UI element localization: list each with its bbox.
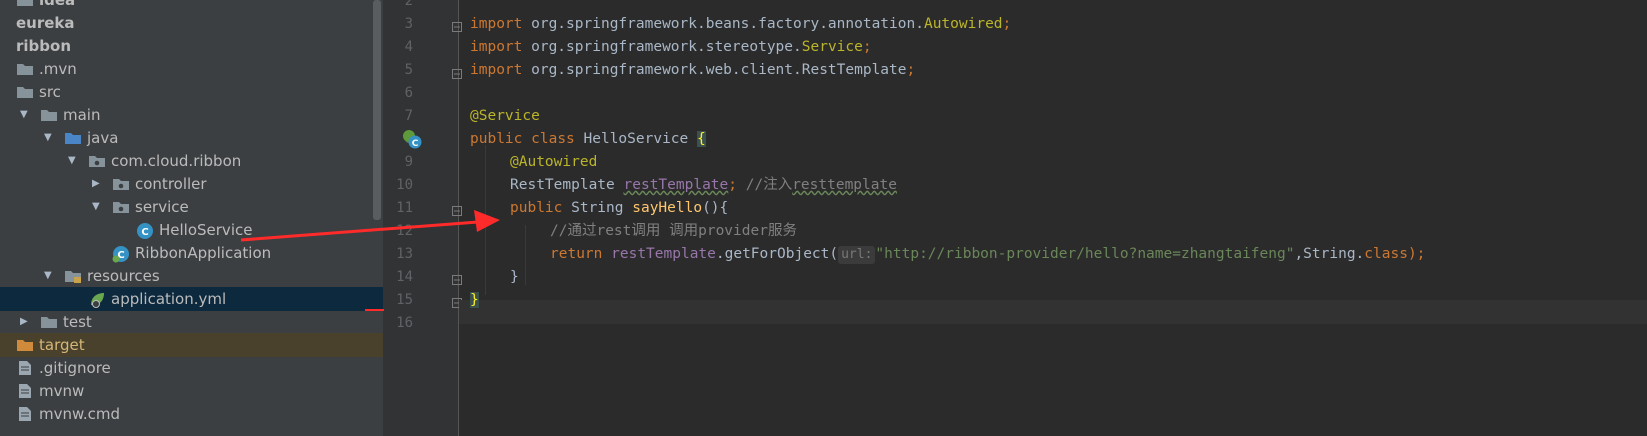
line-number: 13	[396, 246, 413, 262]
file-icon	[16, 406, 34, 422]
code-line-4[interactable]: import org.springframework.stereotype.Se…	[470, 35, 872, 59]
tree-item-label: mvnw	[39, 382, 85, 400]
line-number: 6	[404, 85, 413, 101]
tree-item-eureka[interactable]: eureka	[0, 11, 383, 35]
folder-icon	[40, 314, 58, 330]
tree-item-ribbonapplication[interactable]: C RibbonApplication	[0, 241, 383, 265]
spring-class-icon: C	[112, 245, 130, 263]
code-line-7[interactable]: @Service	[470, 104, 540, 128]
line-number: 16	[396, 315, 413, 331]
resources-folder-icon	[64, 268, 82, 284]
code-editor[interactable]: import org.springframework.beans.factory…	[459, 0, 1647, 436]
line-number: 9	[404, 154, 413, 170]
tree-item-label: service	[135, 198, 189, 216]
line-number: 7	[404, 108, 413, 124]
line-number: 4	[404, 39, 413, 55]
code-line-8[interactable]: public class HelloService {	[470, 127, 706, 151]
current-line-highlight	[459, 300, 1647, 324]
tree-item-label: target	[39, 336, 85, 354]
tree-item-com-cloud-ribbon[interactable]: ▼ com.cloud.ribbon	[0, 149, 383, 173]
tree-item-label: src	[39, 83, 61, 101]
tree-item-label: .mvn	[39, 60, 77, 78]
tree-item-mvn[interactable]: .mvn	[0, 57, 383, 81]
class-icon: C	[136, 222, 154, 239]
tree-item-main[interactable]: ▼ main	[0, 103, 383, 127]
spring-bean-icon[interactable]: C	[401, 128, 423, 150]
tree-item-helloservice[interactable]: C HelloService	[0, 218, 383, 242]
spring-yml-icon	[88, 291, 106, 308]
expand-arrow-icon[interactable]: ▼	[44, 132, 54, 144]
tree-item-label: mvnw.cmd	[39, 405, 121, 423]
tree-item-label: RibbonApplication	[135, 244, 272, 262]
code-line-15[interactable]: }	[470, 288, 479, 312]
project-tree-scrollbar[interactable]	[373, 0, 381, 220]
tree-item-src[interactable]: src	[0, 80, 383, 104]
line-number: 12	[396, 223, 413, 239]
collapse-arrow-icon[interactable]: ▶	[92, 178, 102, 190]
file-icon	[16, 383, 34, 399]
tree-item-label: com.cloud.ribbon	[111, 152, 242, 170]
line-number: 10	[396, 177, 413, 193]
tree-item-label: .gitignore	[39, 359, 111, 377]
folder-icon	[16, 61, 34, 77]
source-folder-icon	[64, 130, 82, 146]
expand-arrow-icon[interactable]: ▼	[92, 201, 102, 213]
tree-item-application-yml[interactable]: application.yml	[0, 287, 383, 311]
code-line-9[interactable]: @Autowired	[510, 150, 597, 174]
folder-icon	[16, 84, 34, 100]
project-tree-panel: idea eureka ribbon .mvn src ▼ main ▼ java ▼ com.cl…	[0, 0, 383, 436]
expand-arrow-icon[interactable]: ▼	[20, 109, 30, 121]
tree-item-ribbon[interactable]: ribbon	[0, 34, 383, 58]
file-icon	[16, 360, 34, 376]
tree-item-label: HelloService	[159, 221, 253, 239]
folder-icon	[16, 0, 34, 8]
line-number: 3	[404, 16, 413, 32]
tree-item-label: resources	[87, 267, 160, 285]
tree-item-label: controller	[135, 175, 207, 193]
code-line-12[interactable]: //通过rest调用 调用provider服务	[550, 219, 797, 243]
svg-text:C: C	[412, 139, 419, 149]
excluded-folder-icon	[16, 337, 34, 353]
package-icon	[112, 199, 130, 215]
tree-item-test[interactable]: ▶ test	[0, 310, 383, 334]
tree-item-java[interactable]: ▼ java	[0, 126, 383, 150]
code-line-10[interactable]: RestTemplate restTemplate; //注入resttempl…	[510, 173, 897, 197]
indent-guide	[525, 225, 526, 285]
line-number: 5	[404, 62, 413, 78]
line-number: 14	[396, 269, 413, 285]
tree-item-label: eureka	[16, 14, 75, 32]
tree-item-controller[interactable]: ▶ controller	[0, 172, 383, 196]
collapse-arrow-icon[interactable]: ▶	[20, 316, 30, 328]
tree-item-gitignore[interactable]: .gitignore	[0, 356, 383, 380]
tree-item-label: java	[87, 129, 119, 147]
code-line-5[interactable]: import org.springframework.web.client.Re…	[470, 58, 915, 82]
parameter-hint: url:	[838, 246, 876, 264]
tree-item-label: main	[63, 106, 101, 124]
code-line-11[interactable]: public String sayHello(){	[510, 196, 728, 220]
tree-item-service[interactable]: ▼ service	[0, 195, 383, 219]
tree-item-label: application.yml	[111, 290, 227, 308]
package-icon	[88, 153, 106, 169]
tree-item-label: test	[63, 313, 92, 331]
tree-item-label: ribbon	[16, 37, 71, 55]
tree-item-label: idea	[39, 0, 76, 9]
tree-item-mvnw[interactable]: mvnw	[0, 379, 383, 403]
indent-guide	[485, 145, 486, 295]
line-number: 15	[396, 292, 413, 308]
tree-item-target[interactable]: target	[0, 333, 383, 357]
package-icon	[112, 176, 130, 192]
folder-icon	[40, 107, 58, 123]
svg-text:C: C	[141, 227, 148, 238]
code-line-14[interactable]: }	[510, 265, 519, 289]
code-line-3[interactable]: import org.springframework.beans.factory…	[470, 12, 1011, 36]
expand-arrow-icon[interactable]: ▼	[44, 270, 54, 282]
tree-item-mvnw-cmd[interactable]: mvnw.cmd	[0, 402, 383, 426]
code-line-13[interactable]: return restTemplate.getForObject(url: "ht…	[550, 242, 1425, 266]
expand-arrow-icon[interactable]: ▼	[68, 155, 78, 167]
tree-item-resources[interactable]: ▼ resources	[0, 264, 383, 288]
line-number: 11	[396, 200, 413, 216]
